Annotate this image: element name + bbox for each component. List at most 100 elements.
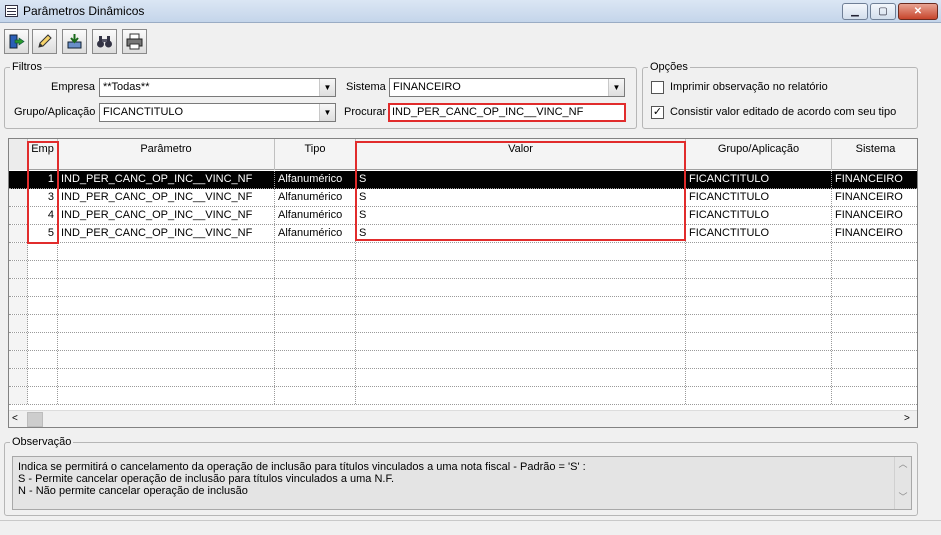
row-indicator[interactable] xyxy=(9,171,28,188)
table-row[interactable]: 1 IND_PER_CANC_OP_INC__VINC_NF Alfanuméric… xyxy=(9,171,917,189)
row-indicator[interactable] xyxy=(9,315,28,332)
table-row[interactable]: 3 IND_PER_CANC_OP_INC__VINC_NF Alfanuméric… xyxy=(9,189,917,207)
table-cell-sistema[interactable]: FINANCEIRO xyxy=(832,171,917,188)
maximize-button[interactable]: ▢ xyxy=(870,3,896,20)
table-cell-tipo[interactable]: Alfanumérico xyxy=(275,171,356,188)
table-cell-grupo[interactable]: FICANCTITULO xyxy=(686,171,832,188)
table-cell-sistema[interactable] xyxy=(832,261,917,278)
table-cell-emp[interactable]: 5 xyxy=(28,225,58,242)
table-cell-tipo[interactable] xyxy=(275,261,356,278)
table-row[interactable]: 4 IND_PER_CANC_OP_INC__VINC_NF Alfanuméric… xyxy=(9,207,917,225)
table-row[interactable]: 5 IND_PER_CANC_OP_INC__VINC_NF Alfanuméric… xyxy=(9,225,917,243)
row-indicator[interactable] xyxy=(9,225,28,242)
table-cell-emp[interactable]: 4 xyxy=(28,207,58,224)
table-cell-tipo[interactable] xyxy=(275,333,356,350)
scroll-down-icon[interactable]: ﹀ xyxy=(895,490,911,503)
table-cell-sistema[interactable]: FINANCEIRO xyxy=(832,225,917,242)
table-cell-emp[interactable] xyxy=(28,333,58,350)
table-cell-emp[interactable] xyxy=(28,387,58,404)
table-cell-grupo[interactable] xyxy=(686,315,832,332)
table-cell-valor[interactable] xyxy=(356,351,686,368)
table-cell-tipo[interactable] xyxy=(275,387,356,404)
row-indicator[interactable] xyxy=(9,279,28,296)
exit-button[interactable] xyxy=(4,29,29,54)
table-cell-sistema[interactable] xyxy=(832,387,917,404)
table-cell-grupo[interactable] xyxy=(686,243,832,260)
row-indicator[interactable] xyxy=(9,261,28,278)
scroll-up-icon[interactable]: ︿ xyxy=(895,457,911,470)
table-cell-sistema[interactable]: FINANCEIRO xyxy=(832,207,917,224)
table-cell-emp[interactable] xyxy=(28,297,58,314)
horizontal-scrollbar[interactable]: < > xyxy=(9,410,917,427)
table-cell-sistema[interactable] xyxy=(832,351,917,368)
chevron-down-icon[interactable]: ▼ xyxy=(608,79,624,96)
sistema-select[interactable]: FINANCEIRO ▼ xyxy=(389,78,625,97)
table-cell-grupo[interactable] xyxy=(686,333,832,350)
table-cell-emp[interactable] xyxy=(28,261,58,278)
table-cell-valor[interactable] xyxy=(356,261,686,278)
table-cell-tipo[interactable] xyxy=(275,279,356,296)
table-cell-parametro[interactable] xyxy=(58,261,275,278)
export-button[interactable] xyxy=(62,29,87,54)
table-row[interactable] xyxy=(9,369,917,387)
table-cell-tipo[interactable] xyxy=(275,315,356,332)
table-cell-parametro[interactable] xyxy=(58,351,275,368)
table-row[interactable] xyxy=(9,387,917,405)
table-cell-grupo[interactable] xyxy=(686,387,832,404)
table-cell-parametro[interactable] xyxy=(58,369,275,386)
table-cell-tipo[interactable] xyxy=(275,369,356,386)
chevron-down-icon[interactable]: ▼ xyxy=(319,104,335,121)
table-cell-grupo[interactable] xyxy=(686,261,832,278)
scroll-thumb[interactable] xyxy=(27,412,43,427)
empresa-select[interactable]: **Todas** ▼ xyxy=(99,78,336,97)
table-cell-parametro[interactable] xyxy=(58,297,275,314)
procurar-input[interactable]: IND_PER_CANC_OP_INC__VINC_NF xyxy=(388,103,626,122)
table-cell-valor[interactable] xyxy=(356,297,686,314)
row-indicator[interactable] xyxy=(9,351,28,368)
table-cell-valor[interactable]: S xyxy=(356,207,686,224)
table-cell-parametro[interactable] xyxy=(58,387,275,404)
table-cell-grupo[interactable]: FICANCTITULO xyxy=(686,225,832,242)
column-header-valor[interactable]: Valor xyxy=(356,139,686,170)
scroll-right-icon[interactable]: > xyxy=(904,413,910,424)
table-cell-valor[interactable] xyxy=(356,333,686,350)
table-cell-parametro[interactable]: IND_PER_CANC_OP_INC__VINC_NF xyxy=(58,189,275,206)
table-cell-sistema[interactable] xyxy=(832,369,917,386)
table-cell-parametro[interactable]: IND_PER_CANC_OP_INC__VINC_NF xyxy=(58,171,275,188)
row-indicator[interactable] xyxy=(9,207,28,224)
row-indicator[interactable] xyxy=(9,369,28,386)
table-cell-valor[interactable]: S xyxy=(356,189,686,206)
table-cell-tipo[interactable]: Alfanumérico xyxy=(275,225,356,242)
scroll-left-icon[interactable]: < xyxy=(12,413,18,424)
table-row[interactable] xyxy=(9,261,917,279)
table-row[interactable] xyxy=(9,351,917,369)
table-cell-parametro[interactable]: IND_PER_CANC_OP_INC__VINC_NF xyxy=(58,207,275,224)
table-cell-tipo[interactable]: Alfanumérico xyxy=(275,189,356,206)
row-indicator[interactable] xyxy=(9,189,28,206)
table-row[interactable] xyxy=(9,297,917,315)
table-cell-valor[interactable] xyxy=(356,243,686,260)
table-cell-emp[interactable] xyxy=(28,243,58,260)
minimize-button[interactable]: ▁ xyxy=(842,3,868,20)
row-indicator[interactable] xyxy=(9,333,28,350)
observacao-text[interactable]: Indica se permitirá o cancelamento da op… xyxy=(12,456,912,510)
table-cell-sistema[interactable] xyxy=(832,315,917,332)
table-cell-grupo[interactable]: FICANCTITULO xyxy=(686,189,832,206)
imprimir-checkbox[interactable] xyxy=(651,81,664,94)
table-row[interactable] xyxy=(9,279,917,297)
column-header-tipo[interactable]: Tipo xyxy=(275,139,356,170)
table-cell-sistema[interactable] xyxy=(832,279,917,296)
table-cell-emp[interactable] xyxy=(28,369,58,386)
table-cell-tipo[interactable] xyxy=(275,351,356,368)
consistir-checkbox[interactable]: ✓ xyxy=(651,106,664,119)
table-cell-emp[interactable]: 3 xyxy=(28,189,58,206)
table-cell-parametro[interactable] xyxy=(58,243,275,260)
column-header-emp[interactable]: Emp xyxy=(28,139,58,170)
table-cell-emp[interactable]: 1 xyxy=(28,171,58,188)
table-row[interactable] xyxy=(9,315,917,333)
table-cell-tipo[interactable]: Alfanumérico xyxy=(275,207,356,224)
table-cell-sistema[interactable] xyxy=(832,243,917,260)
observacao-scrollbar[interactable]: ︿ ﹀ xyxy=(894,457,911,509)
table-cell-parametro[interactable] xyxy=(58,279,275,296)
row-indicator[interactable] xyxy=(9,297,28,314)
